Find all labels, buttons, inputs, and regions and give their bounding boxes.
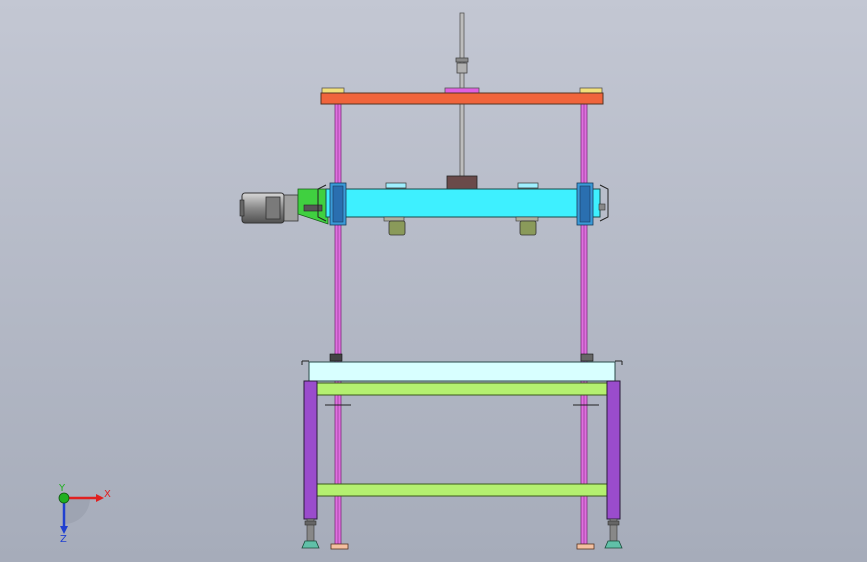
carriage-beam[interactable] — [317, 182, 609, 222]
y-axis-dot — [58, 492, 70, 504]
lower-frame-rail[interactable] — [315, 483, 608, 497]
frame-leg-left[interactable] — [303, 380, 318, 520]
y-axis-label: Y — [58, 483, 66, 494]
rod-base-left[interactable] — [330, 543, 349, 550]
rod-base-right[interactable] — [576, 543, 595, 550]
linear-bearing-left[interactable] — [329, 182, 347, 226]
x-axis-label: X — [104, 489, 111, 500]
frame-leg-right[interactable] — [606, 380, 621, 520]
motor-assembly[interactable] — [239, 188, 329, 225]
viewport-background — [0, 0, 867, 562]
guide-rod-right[interactable] — [580, 103, 588, 545]
upper-frame-rail[interactable] — [315, 382, 608, 396]
linear-bearing-right[interactable] — [576, 182, 594, 226]
rod-clamp-right — [580, 353, 594, 362]
guide-rod-left[interactable] — [334, 103, 342, 545]
screw-nut-block[interactable] — [446, 175, 478, 191]
rod-clamp-left — [329, 353, 343, 362]
coupling[interactable] — [303, 204, 323, 212]
cad-viewport[interactable]: X Y Z — [0, 0, 867, 562]
cad-drawing-canvas[interactable]: X Y Z — [0, 0, 867, 562]
z-axis-label: Z — [60, 534, 67, 545]
